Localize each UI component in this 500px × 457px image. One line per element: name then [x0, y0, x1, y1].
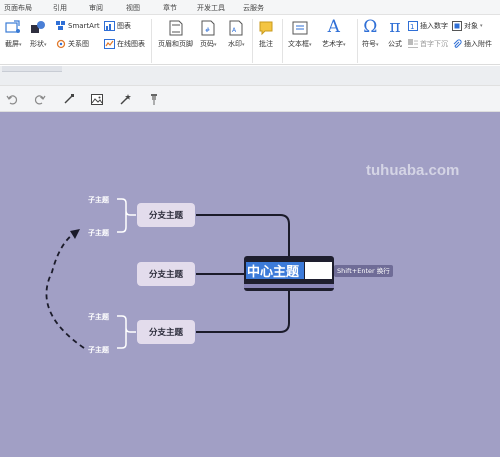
branch-topic[interactable]: 分支主题: [137, 203, 195, 227]
art-text-icon: A: [327, 17, 340, 37]
paperclip-icon: [453, 39, 462, 48]
tab-references[interactable]: 引用: [53, 3, 67, 13]
header-footer-button[interactable]: 页眉和页脚: [158, 20, 193, 49]
formula-label: 公式: [388, 40, 402, 48]
art-text-button[interactable]: A 艺术字▾: [322, 18, 346, 49]
central-topic-underline: [244, 284, 334, 288]
insert-number-button[interactable]: 1 插入数字: [408, 21, 448, 31]
shapes-label: 形状: [30, 40, 44, 48]
chart-label: 图表: [117, 22, 131, 30]
object-label: 对象: [464, 22, 478, 30]
insert-attachment-label: 插入附件: [464, 40, 492, 48]
ribbon-divider: [252, 19, 253, 63]
comment-icon: [259, 21, 273, 36]
first-letter-sink-button[interactable]: 首字下沉: [408, 39, 448, 49]
symbol-label: 符号: [362, 40, 376, 48]
tab-cloud[interactable]: 云服务: [243, 3, 264, 13]
undo-button[interactable]: [5, 92, 19, 106]
screenshot-icon: [5, 20, 21, 33]
shapes-button[interactable]: 形状▾: [30, 20, 47, 49]
pi-icon: π: [389, 17, 401, 37]
page-number-label: 页码: [200, 40, 214, 48]
chart-icon: [104, 21, 115, 31]
textbox-label: 文本框: [288, 40, 309, 48]
redo-button[interactable]: [33, 92, 47, 106]
central-topic-text[interactable]: 中心主题: [247, 261, 299, 280]
branch-topic[interactable]: 分支主题: [137, 262, 195, 286]
drop-cap-icon: [408, 39, 418, 48]
image-icon: [91, 93, 103, 105]
page-number-icon: #: [201, 20, 215, 36]
subtopic[interactable]: 子主题: [88, 312, 109, 322]
symbol-button[interactable]: Ω 符号▾: [362, 18, 379, 49]
mindmap-canvas[interactable]: 分支主题 分支主题 分支主题 子主题 子主题 子主题 子主题 中心主题 Shif…: [0, 112, 500, 457]
tab-section[interactable]: 章节: [163, 3, 177, 13]
ribbon: 截屏▾ 形状▾ SmartArt 关系图 图表 在线图表 页眉和页脚 # 页码▾…: [0, 15, 500, 65]
magic-wand-icon: [120, 93, 131, 104]
magic-wand-button[interactable]: [118, 92, 132, 106]
watermark-button[interactable]: A 水印▾: [228, 20, 245, 49]
first-letter-sink-label: 首字下沉: [420, 40, 448, 48]
undo-icon: [6, 95, 18, 105]
redo-icon: [34, 95, 46, 105]
online-chart-icon: [104, 39, 115, 49]
tab-page-layout[interactable]: 页面布局: [4, 3, 32, 13]
ribbon-divider: [357, 19, 358, 63]
relation-diagram-icon: [56, 39, 66, 49]
tab-developer[interactable]: 开发工具: [197, 3, 225, 13]
object-icon: [452, 21, 462, 31]
screenshot-label: 截屏: [5, 40, 19, 48]
omega-icon: Ω: [363, 17, 378, 37]
insert-number-label: 插入数字: [420, 22, 448, 30]
shapes-icon: [31, 21, 46, 33]
screenshot-button[interactable]: 截屏▾: [5, 20, 22, 49]
format-painter-button[interactable]: [62, 92, 76, 106]
comment-label: 批注: [259, 40, 273, 48]
subtopic[interactable]: 子主题: [88, 195, 109, 205]
object-button[interactable]: 对象 ▾: [452, 21, 483, 31]
header-footer-label: 页眉和页脚: [158, 40, 193, 48]
comment-button[interactable]: 批注: [258, 20, 274, 49]
insert-image-button[interactable]: [90, 92, 104, 106]
menu-tab-bar: 页面布局 引用 审阅 视图 章节 开发工具 云服务: [0, 0, 500, 15]
document-tab-indicator: [2, 66, 62, 72]
number-icon: 1: [408, 21, 418, 31]
branch-topic[interactable]: 分支主题: [137, 320, 195, 344]
ribbon-divider: [151, 19, 152, 63]
central-topic[interactable]: 中心主题: [244, 256, 334, 291]
watermark-label: 水印: [228, 40, 242, 48]
online-chart-button[interactable]: 在线图表: [104, 39, 145, 49]
insert-attachment-button[interactable]: 插入附件: [452, 39, 492, 49]
textbox-icon: [292, 21, 308, 35]
format-brush-icon: [64, 94, 74, 104]
pin-button[interactable]: [147, 92, 161, 106]
ruler-band: [0, 66, 500, 86]
svg-text:1: 1: [410, 23, 414, 31]
watermark-icon: A: [229, 20, 243, 36]
chart-button[interactable]: 图表: [104, 21, 131, 31]
ribbon-divider: [282, 19, 283, 63]
smartart-label: SmartArt: [68, 21, 100, 30]
tab-view[interactable]: 视图: [126, 3, 140, 13]
online-chart-label: 在线图表: [117, 40, 145, 48]
relation-diagram-label: 关系图: [68, 40, 89, 48]
subtopic[interactable]: 子主题: [88, 228, 109, 238]
text-edit-area[interactable]: [305, 262, 332, 279]
svg-text:#: #: [205, 27, 210, 34]
tab-review[interactable]: 审阅: [89, 3, 103, 13]
smartart-button[interactable]: SmartArt: [56, 21, 100, 30]
pin-icon: [151, 93, 157, 105]
art-text-label: 艺术字: [322, 40, 343, 48]
subtopic[interactable]: 子主题: [88, 345, 109, 355]
smartart-icon: [56, 21, 65, 30]
site-watermark: tuhuaba.com: [366, 162, 460, 179]
formula-button[interactable]: π 公式: [388, 18, 402, 49]
header-footer-icon: [169, 20, 182, 36]
page-number-button[interactable]: # 页码▾: [200, 20, 217, 49]
mindmap-toolbar: [0, 86, 500, 112]
textbox-button[interactable]: 文本框▾: [288, 20, 312, 49]
relation-diagram-button[interactable]: 关系图: [56, 39, 89, 49]
newline-hint-tooltip: Shift+Enter 换行: [334, 265, 393, 277]
